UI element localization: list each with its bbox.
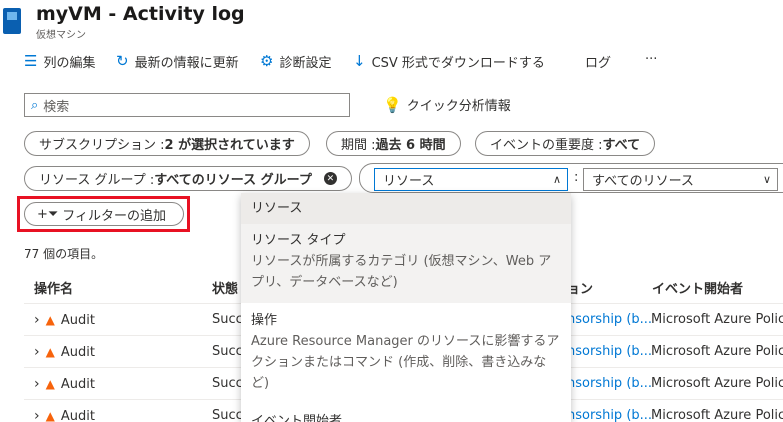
search-input[interactable]: ⌕ 検索 [24,93,350,117]
item-count: 77 個の項目。 [24,247,104,261]
resource-type-dropdown-menu: リソース リソース タイプ リソースが所属するカテゴリ (仮想マシン、Web ア… [241,193,571,422]
refresh-button[interactable]: ↻ 最新の情報に更新 [116,52,239,72]
gear-icon: ⚙ [260,52,274,70]
scope-link[interactable]: nsorship (b... [567,344,652,359]
menu-item-operation[interactable]: 操作 Azure Resource Manager のリソースに影響するア クシ… [241,305,571,405]
download-csv-button[interactable]: ↓ CSV 形式でダウンロードする [353,52,545,72]
chevron-up-icon: ∧ [552,173,561,186]
warning-icon: ▲ [45,377,55,391]
column-header-status[interactable]: 状態 [212,278,238,297]
search-icon: ⌕ [31,97,39,113]
column-header-operation[interactable]: 操作名 [34,278,73,297]
resource-type-select[interactable]: リソース ∧ [374,168,568,191]
warning-icon: ▲ [45,345,55,359]
initiator-cell: Microsoft Azure Policy [651,408,783,422]
scope-link[interactable]: nsorship (b... [567,376,652,391]
chevron-right-icon[interactable]: › [34,312,40,328]
logs-button[interactable]: ログ [585,52,611,71]
resource-group-filter[interactable]: リソース グループ : すべてのリソース グループ ✕ [24,166,352,191]
scope-link[interactable]: nsorship (b... [567,312,652,327]
initiator-cell: Microsoft Azure Policy [651,312,783,327]
chevron-right-icon[interactable]: › [34,408,40,422]
menu-item-resource-type[interactable]: リソース タイプ リソースが所属するカテゴリ (仮想マシン、Web ア プリ、デ… [241,224,571,303]
refresh-icon: ↻ [116,52,129,70]
scope-link[interactable]: nsorship (b... [567,408,652,422]
lightbulb-icon: 💡 [383,95,402,114]
initiator-cell: Microsoft Azure Policy [651,344,783,359]
initiator-cell: Microsoft Azure Policy [651,376,783,391]
filter-separator: : [574,170,579,185]
chevron-down-icon: ∨ [762,173,771,186]
columns-icon: ☰ [24,52,38,70]
warning-icon: ▲ [45,409,55,422]
diagnostic-settings-button[interactable]: ⚙ 診断設定 [260,52,331,72]
download-icon: ↓ [353,52,366,70]
close-icon[interactable]: ✕ [323,172,337,185]
menu-item-event-initiator[interactable]: イベント開始者 [241,411,571,422]
menu-item-resource[interactable]: リソース [241,193,571,224]
edit-columns-button[interactable]: ☰ 列の編集 [24,52,95,72]
warning-icon: ▲ [45,313,55,327]
chevron-right-icon[interactable]: › [34,344,40,360]
highlight-box [17,196,190,232]
more-icon: ··· [645,52,658,67]
column-header-initiator[interactable]: イベント開始者 [652,278,743,297]
resource-value-select[interactable]: すべてのリソース ∨ [583,168,778,191]
chevron-right-icon[interactable]: › [34,376,40,392]
quick-insights-button[interactable]: 💡 クイック分析情報 [383,95,511,115]
virtual-machine-icon [3,8,21,34]
subscription-filter[interactable]: サブスクリプション : 2 が選択されています [24,131,310,156]
timespan-filter[interactable]: 期間 : 過去 6 時間 [326,131,461,156]
more-button[interactable]: ··· [645,52,657,67]
page-title: myVM - Activity log [36,3,245,25]
page-subtitle: 仮想マシン [36,30,86,41]
severity-filter[interactable]: イベントの重要度 : すべて [475,131,656,156]
